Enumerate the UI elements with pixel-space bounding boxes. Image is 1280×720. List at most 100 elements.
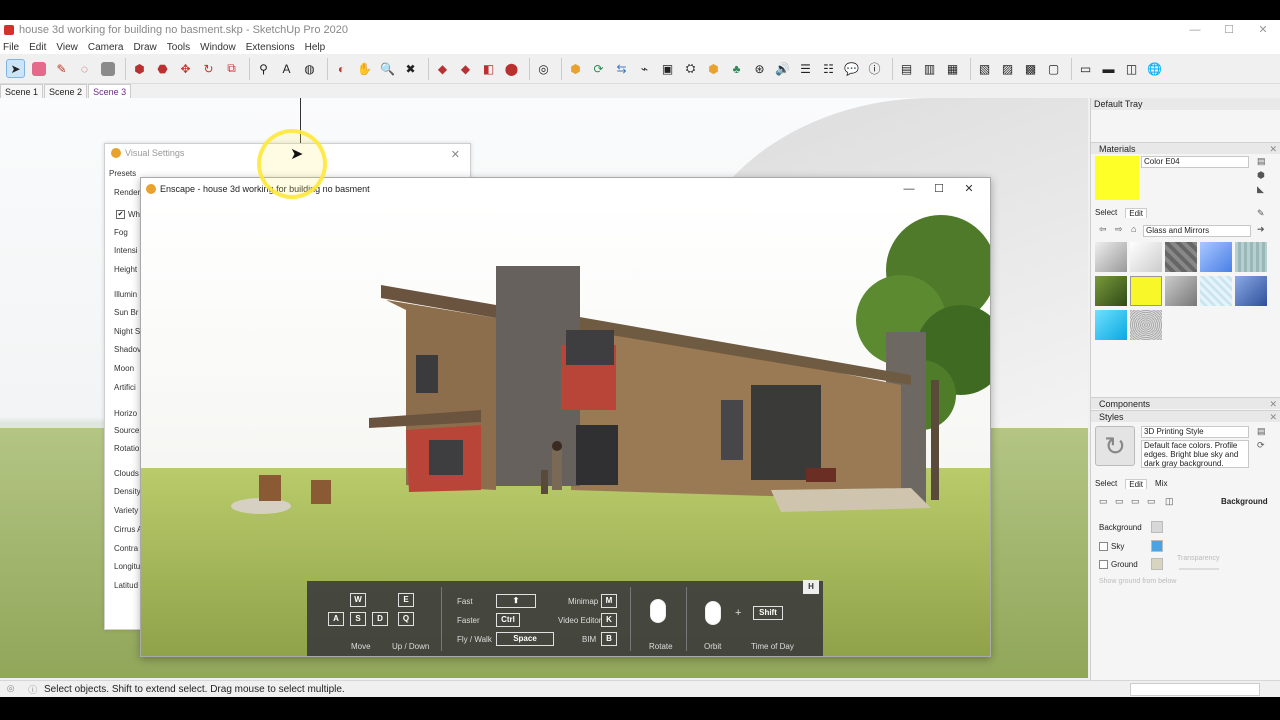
zoom-extents-icon[interactable]: ✖ (401, 59, 420, 78)
setting-clouds[interactable]: Clouds (114, 469, 139, 478)
geo-status-icon[interactable]: ◎ (7, 683, 15, 696)
default-material-icon[interactable]: ⬢ (1257, 170, 1265, 181)
setting-contrails[interactable]: Contra (114, 544, 138, 553)
create-style-icon[interactable]: ▤ (1257, 426, 1266, 437)
material-swatch-selected[interactable] (1130, 276, 1162, 306)
enscape-settings-icon[interactable]: ⬢ (704, 59, 723, 78)
eraser-tool-icon[interactable] (29, 59, 48, 78)
material-swatch[interactable] (1200, 276, 1232, 306)
maximize-button[interactable]: ☐ (1212, 20, 1246, 40)
push-pull-tool-icon[interactable]: ⬢ (130, 59, 149, 78)
menu-file[interactable]: File (3, 42, 19, 53)
styles-close-icon[interactable]: ✕ (1269, 411, 1277, 423)
orbit-tool-icon[interactable]: ◐ (332, 59, 351, 78)
menu-window[interactable]: Window (200, 42, 236, 53)
view-front-icon[interactable]: ▦ (943, 59, 962, 78)
ground-color-swatch[interactable] (1151, 558, 1163, 570)
sample-paint-icon[interactable]: ◣ (1257, 184, 1264, 195)
setting-latitude[interactable]: Latitud (114, 581, 138, 590)
view-iso-icon[interactable]: ▤ (897, 59, 916, 78)
components-close-icon[interactable]: ✕ (1269, 398, 1277, 410)
measurements-box[interactable] (1130, 682, 1260, 696)
enscape-maximize-button[interactable]: ☐ (924, 178, 954, 200)
face-settings-icon[interactable]: ▭ (1115, 496, 1124, 507)
style-thumbnail-icon[interactable]: ↻ (1095, 426, 1135, 466)
zoom-tool-icon[interactable]: 🔍 (378, 59, 397, 78)
material-swatch[interactable] (1095, 310, 1127, 340)
styles-tab-mix[interactable]: Mix (1155, 479, 1167, 489)
view-top-icon[interactable]: ▥ (920, 59, 939, 78)
background-settings-icon[interactable]: ▭ (1131, 496, 1140, 507)
material-swatch[interactable] (1130, 242, 1162, 272)
pan-tool-icon[interactable]: ✋ (355, 59, 374, 78)
setting-shadow[interactable]: Shadov (114, 345, 141, 354)
enscape-start-icon[interactable]: ⬢ (566, 59, 585, 78)
menu-tools[interactable]: Tools (167, 42, 190, 53)
tape-measure-icon[interactable]: ⚲ (254, 59, 273, 78)
setting-night-sky[interactable]: Night S (114, 327, 140, 336)
material-collection-select[interactable]: Glass and Mirrors (1143, 225, 1251, 237)
materials-close-icon[interactable]: ✕ (1269, 143, 1277, 155)
styles-panel-header[interactable]: Styles ✕ (1091, 410, 1280, 422)
setting-rotation[interactable]: Rotatio (114, 444, 139, 453)
menu-camera[interactable]: Camera (88, 42, 124, 53)
material-swatch[interactable] (1095, 242, 1127, 272)
styles-tab-select[interactable]: Select (1095, 479, 1117, 489)
setting-height[interactable]: Height (114, 265, 137, 274)
follow-me-tool-icon[interactable]: ⬣ (153, 59, 172, 78)
render-video-icon[interactable]: ⛭ (681, 59, 700, 78)
current-material-swatch[interactable] (1095, 156, 1139, 200)
menu-extensions[interactable]: Extensions (246, 42, 295, 53)
enscape-close-button[interactable]: ✕ (954, 178, 984, 200)
setting-source[interactable]: Source (114, 426, 139, 435)
3d-warehouse-globe-icon[interactable]: 🌐 (1145, 59, 1164, 78)
rectangle-tool-icon[interactable] (98, 59, 117, 78)
style-wireframe-icon[interactable]: ▨ (998, 59, 1017, 78)
update-style-icon[interactable]: ⟳ (1257, 440, 1265, 451)
visual-settings-close-button[interactable]: ✕ (451, 146, 460, 164)
materials-tab-select[interactable]: Select (1095, 208, 1117, 218)
enscape-camera-icon[interactable]: ⌁ (635, 59, 654, 78)
ruby-console-icon[interactable]: ⬤ (502, 59, 521, 78)
sky-checkbox[interactable] (1099, 542, 1108, 551)
edge-settings-icon[interactable]: ▭ (1099, 496, 1108, 507)
paint-bucket-icon[interactable]: ◍ (300, 59, 319, 78)
style-hidden-icon[interactable]: ▩ (1021, 59, 1040, 78)
material-swatch[interactable] (1165, 242, 1197, 272)
eyedropper-icon[interactable]: ✎ (1257, 208, 1265, 219)
minimize-button[interactable]: — (1178, 20, 1212, 40)
help-key[interactable]: H (803, 580, 819, 594)
warehouse-icon[interactable]: ◆ (433, 59, 452, 78)
style-shaded-icon[interactable]: ▢ (1044, 59, 1063, 78)
setting-horizon[interactable]: Horizo (114, 409, 137, 418)
material-swatch[interactable] (1235, 242, 1267, 272)
setting-moon[interactable]: Moon (114, 364, 134, 373)
menu-help[interactable]: Help (305, 42, 326, 53)
move-tool-icon[interactable]: ✥ (176, 59, 195, 78)
components-panel-header[interactable]: Components ✕ (1091, 397, 1280, 409)
enscape-render-view[interactable]: H W A S D E Q Move Up / Down Fast ⬆ Fast… (141, 200, 990, 656)
material-swatch[interactable] (1130, 310, 1162, 340)
setting-sun-brightness[interactable]: Sun Br (114, 308, 138, 317)
home-icon[interactable]: ⌂ (1131, 224, 1136, 234)
setting-artificial-light[interactable]: Artifici (114, 383, 136, 392)
watermark-settings-icon[interactable]: ▭ (1147, 496, 1156, 507)
material-name-field[interactable]: Color E04 (1141, 156, 1249, 168)
setting-render[interactable]: Render (114, 188, 140, 197)
text-tool-icon[interactable]: A (277, 59, 296, 78)
setting-intensity[interactable]: Intensi (114, 246, 138, 255)
materials-tab-edit[interactable]: Edit (1125, 208, 1148, 218)
enscape-sync-icon[interactable]: ⟳ (589, 59, 608, 78)
capture-icon[interactable]: ⊛ (750, 59, 769, 78)
enscape-minimize-button[interactable]: — (894, 178, 924, 200)
back-arrow-icon[interactable]: ⇦ (1099, 224, 1107, 235)
menu-view[interactable]: View (56, 42, 78, 53)
setting-cirrus-amount[interactable]: Cirrus A (114, 525, 142, 534)
style-xray-icon[interactable]: ▧ (975, 59, 994, 78)
geo-location-icon[interactable]: ◎ (534, 59, 553, 78)
section-fill-icon[interactable]: ◫ (1122, 59, 1141, 78)
close-button[interactable]: ✕ (1246, 20, 1280, 40)
section-cut-icon[interactable]: ▬ (1099, 59, 1118, 78)
create-material-icon[interactable]: ▤ (1257, 156, 1266, 167)
material-swatch[interactable] (1235, 276, 1267, 306)
